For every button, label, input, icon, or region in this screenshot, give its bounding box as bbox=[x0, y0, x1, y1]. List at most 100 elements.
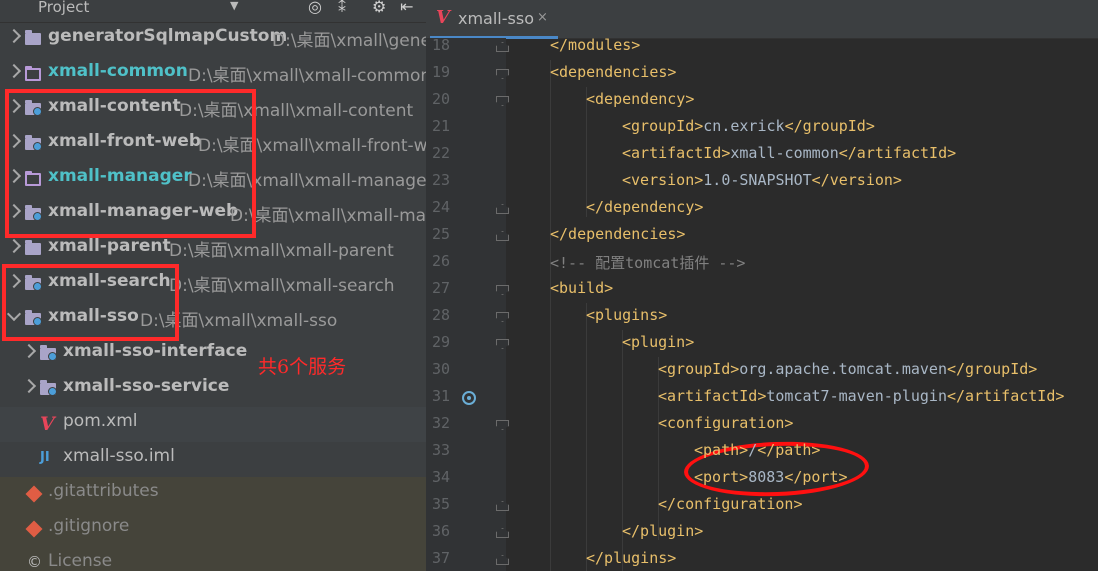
chevron-right-icon[interactable] bbox=[6, 63, 22, 79]
code-line[interactable]: <path>/</path> bbox=[694, 441, 820, 459]
tree-item-xmall-parent[interactable]: xmall-parent D:\桌面\xmall\xmall-parent bbox=[0, 232, 426, 267]
tree-item-xmall-common[interactable]: xmall-common D:\桌面\xmall\xmall-common bbox=[0, 57, 426, 92]
module-path: D:\桌面\xmall\xmall-sso bbox=[140, 311, 338, 331]
line-number: 21 bbox=[431, 117, 450, 135]
line-number: 32 bbox=[431, 414, 450, 432]
project-view-selector[interactable]: Project bbox=[38, 0, 89, 16]
code-line[interactable]: </plugin> bbox=[622, 522, 703, 540]
code-line[interactable]: <!-- 配置tomcat插件 --> bbox=[550, 252, 745, 273]
tree-item-xmall-sso-iml[interactable]: JI xmall-sso.iml bbox=[0, 442, 426, 477]
chevron-right-icon[interactable] bbox=[6, 133, 22, 149]
line-number: 28 bbox=[431, 306, 450, 324]
chevron-right-icon[interactable] bbox=[21, 343, 37, 359]
line-number: 26 bbox=[431, 252, 450, 270]
module-name: xmall-common bbox=[48, 61, 188, 81]
indent-guide bbox=[586, 303, 587, 571]
settings-icon[interactable]: ⚙ bbox=[372, 0, 386, 16]
module-path: D:\桌面\xmall\xmall-manager-web bbox=[230, 206, 426, 226]
folder-icon bbox=[40, 380, 57, 396]
tree-item-gitignore[interactable]: .gitignore bbox=[0, 512, 426, 547]
tree-item-gitattributes[interactable]: .gitattributes bbox=[0, 477, 426, 512]
code-line[interactable]: <port>8083</port> bbox=[694, 468, 848, 486]
module-name: xmall-parent bbox=[48, 236, 171, 256]
code-line[interactable]: </modules> bbox=[550, 36, 640, 54]
maven-icon: V bbox=[40, 413, 55, 435]
line-number: 25 bbox=[431, 225, 450, 243]
code-line[interactable]: <groupId>org.apache.tomcat.maven</groupI… bbox=[658, 360, 1037, 378]
code-line[interactable]: <groupId>cn.exrick</groupId> bbox=[622, 117, 875, 135]
line-number: 18 bbox=[431, 36, 450, 54]
folder-icon bbox=[25, 240, 41, 255]
git-file-icon bbox=[25, 520, 43, 538]
code-line[interactable]: </dependencies> bbox=[550, 225, 685, 243]
chevron-right-icon[interactable] bbox=[6, 98, 22, 114]
module-path: D:\桌面\xmall\xmall-manager bbox=[188, 171, 426, 191]
maven-icon: V bbox=[436, 7, 450, 28]
chevron-right-icon[interactable] bbox=[6, 273, 22, 289]
module-path: D:\桌面\xmall\xmall-parent bbox=[169, 241, 394, 261]
module-path: D:\桌面\xmall\xmall-common bbox=[188, 66, 426, 86]
module-name: xmall-content bbox=[48, 96, 181, 116]
tree-item-xmall-content[interactable]: xmall-content D:\桌面\xmall\xmall-content bbox=[0, 92, 426, 127]
tree-item-license[interactable]: © License bbox=[0, 547, 426, 571]
line-number: 36 bbox=[431, 522, 450, 540]
line-number: 34 bbox=[431, 468, 450, 486]
folder-icon bbox=[25, 275, 42, 291]
hide-icon[interactable]: ⇤ bbox=[400, 0, 413, 16]
line-number: 23 bbox=[431, 171, 450, 189]
code-line[interactable]: <artifactId>tomcat7-maven-plugin</artifa… bbox=[658, 387, 1064, 405]
code-line[interactable]: <version>1.0-SNAPSHOT</version> bbox=[622, 171, 902, 189]
module-path: D:\桌面\xmall\xmall-search bbox=[169, 276, 395, 296]
maven-plugin-icon[interactable] bbox=[462, 391, 476, 405]
module-folder-icon bbox=[25, 171, 41, 186]
tree-item-xmall-search[interactable]: xmall-search D:\桌面\xmall\xmall-search bbox=[0, 267, 426, 302]
line-number: 27 bbox=[431, 279, 450, 297]
code-line[interactable]: <artifactId>xmall-common</artifactId> bbox=[622, 144, 956, 162]
module-name: xmall-front-web bbox=[48, 131, 202, 151]
module-path: D:\桌面\xmall\generatorSqlmapCustom bbox=[272, 31, 426, 51]
target-icon[interactable]: ◎ bbox=[308, 0, 322, 16]
code-line[interactable]: </configuration> bbox=[658, 495, 803, 513]
chevron-right-icon[interactable] bbox=[6, 203, 22, 219]
editor-tab-bar: V xmall-sso × bbox=[426, 0, 1098, 39]
close-icon[interactable]: × bbox=[537, 10, 548, 25]
line-number: 24 bbox=[431, 198, 450, 216]
code-line[interactable]: </dependency> bbox=[586, 198, 703, 216]
code-line[interactable]: <dependencies> bbox=[550, 63, 676, 81]
tree-item-xmall-sso[interactable]: xmall-sso D:\桌面\xmall\xmall-sso bbox=[0, 302, 426, 337]
folder-icon bbox=[25, 100, 42, 116]
tree-item-generatorsqlmapcustom[interactable]: generatorSqlmapCustom D:\桌面\xmall\genera… bbox=[0, 22, 426, 57]
code-line[interactable]: <dependency> bbox=[586, 90, 694, 108]
line-number: 29 bbox=[431, 333, 450, 351]
module-name: xmall-search bbox=[48, 271, 171, 291]
folder-icon bbox=[40, 345, 57, 361]
file-name: xmall-sso.iml bbox=[63, 446, 175, 466]
collapse-icon[interactable]: ⁑ bbox=[338, 0, 346, 16]
folder-icon bbox=[25, 205, 42, 221]
tab-xmall-sso[interactable]: V xmall-sso × bbox=[430, 0, 558, 39]
chevron-right-icon[interactable] bbox=[6, 28, 22, 44]
indent-guide bbox=[550, 60, 551, 571]
chevron-down-icon[interactable]: ▼ bbox=[230, 0, 238, 12]
tree-item-xmall-sso-service[interactable]: xmall-sso-service bbox=[0, 372, 426, 407]
tree-item-xmall-front-web[interactable]: xmall-front-web D:\桌面\xmall\xmall-front-… bbox=[0, 127, 426, 162]
code-line[interactable]: </plugins> bbox=[586, 549, 676, 567]
chevron-right-icon[interactable] bbox=[6, 168, 22, 184]
chevron-right-icon[interactable] bbox=[21, 378, 37, 394]
chevron-right-icon[interactable] bbox=[6, 238, 22, 254]
tree-item-xmall-manager-web[interactable]: xmall-manager-web D:\桌面\xmall\xmall-mana… bbox=[0, 197, 426, 232]
code-line[interactable]: <build> bbox=[550, 279, 613, 297]
folder-icon bbox=[25, 310, 42, 326]
code-line[interactable]: <configuration> bbox=[658, 414, 793, 432]
tree-item-pom-xml[interactable]: V pom.xml bbox=[0, 407, 426, 442]
line-number: 31 bbox=[431, 387, 450, 405]
chevron-down-icon[interactable] bbox=[6, 306, 22, 322]
module-name: xmall-sso-service bbox=[63, 376, 230, 396]
code-line[interactable]: <plugins> bbox=[586, 306, 667, 324]
code-line[interactable]: <plugin> bbox=[622, 333, 694, 351]
module-name: xmall-sso bbox=[48, 306, 139, 326]
line-number: 22 bbox=[431, 144, 450, 162]
tree-item-xmall-sso-interface[interactable]: xmall-sso-interface bbox=[0, 337, 426, 372]
tree-item-xmall-manager[interactable]: xmall-manager D:\桌面\xmall\xmall-manager bbox=[0, 162, 426, 197]
folder-icon bbox=[25, 135, 42, 151]
